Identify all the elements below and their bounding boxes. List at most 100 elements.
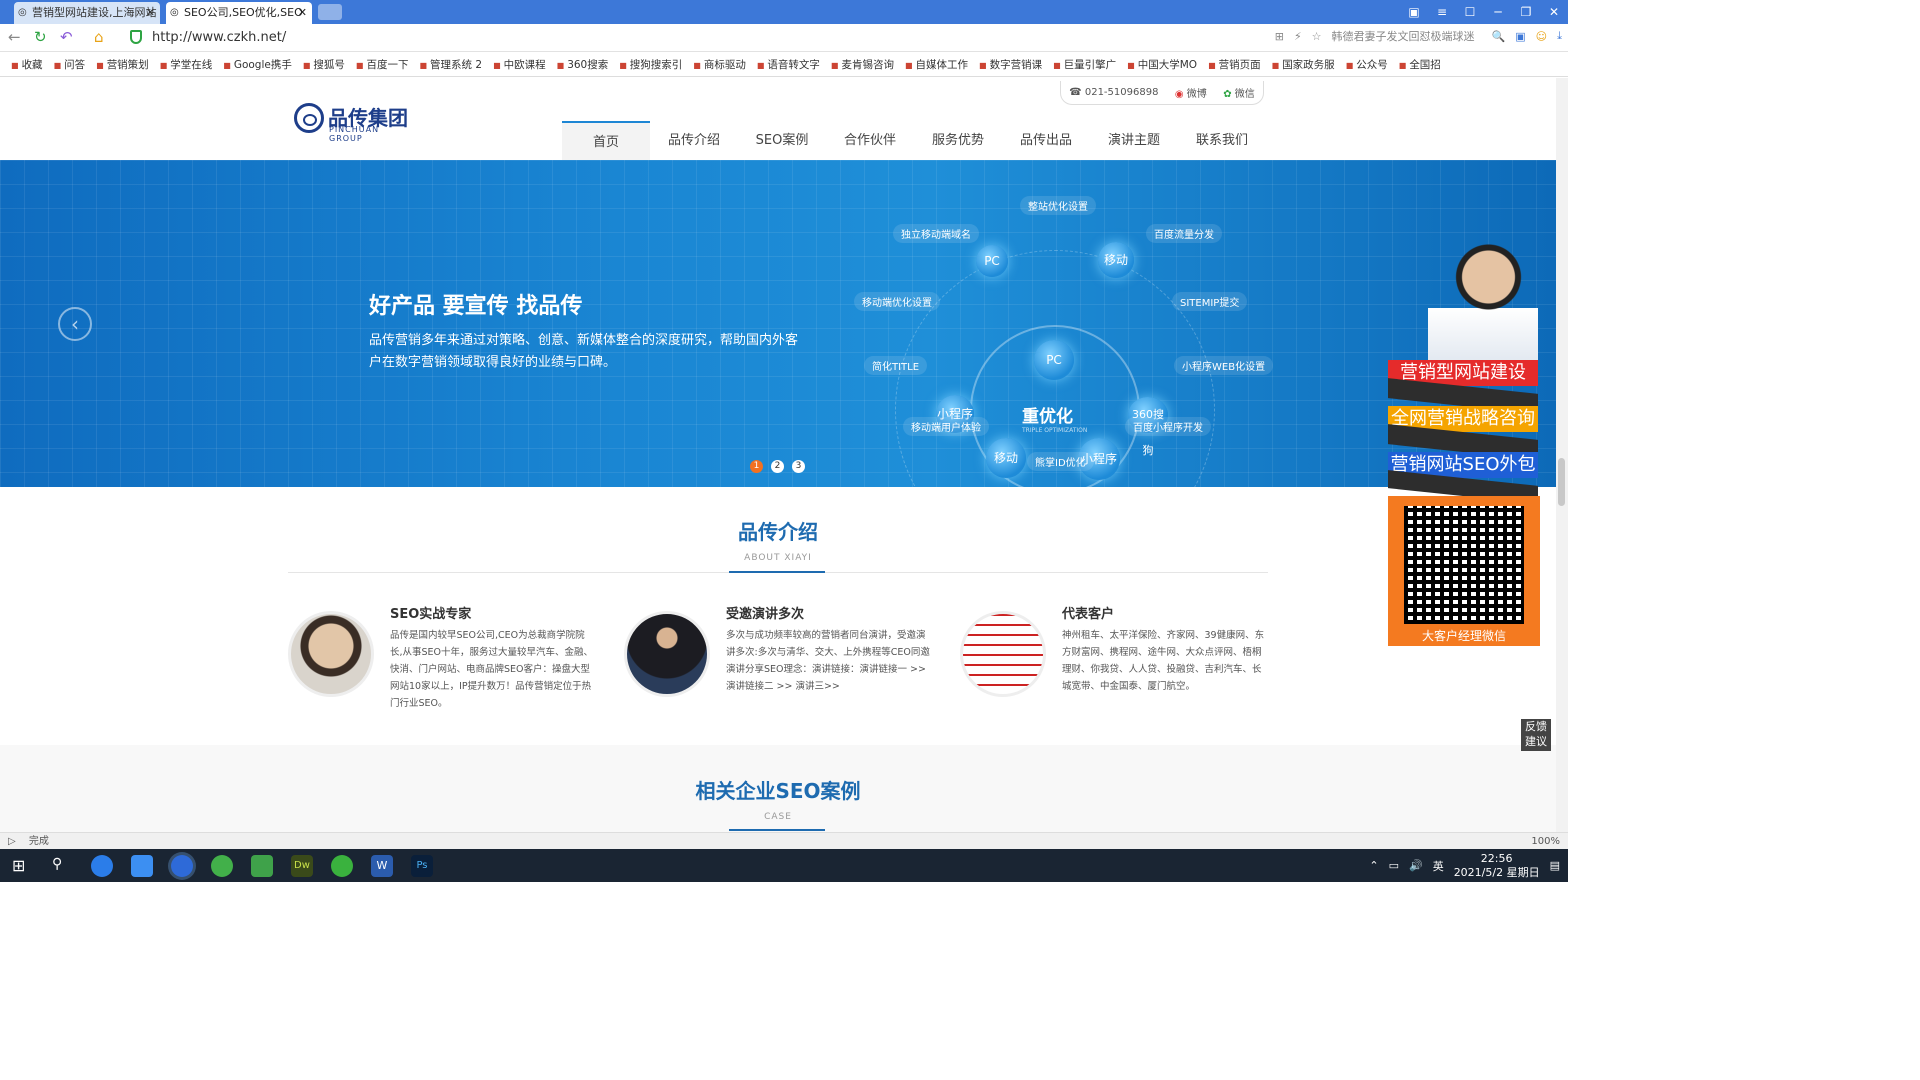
bookmark-item[interactable]: 百度一下 — [356, 57, 408, 72]
download-icon[interactable]: ⤓ — [1557, 29, 1562, 43]
browser-icon[interactable] — [171, 855, 193, 877]
bookmark-item[interactable]: 问答 — [54, 57, 85, 72]
card-title: SEO实战专家 — [390, 607, 472, 622]
search-icon[interactable]: 🔍 — [1492, 30, 1506, 43]
search-hint[interactable]: 韩德君妻子发文回怼极端球迷 — [1332, 28, 1482, 44]
lightning-icon[interactable]: ⚡ — [1294, 30, 1302, 43]
section-subtitle: CASE — [764, 812, 792, 822]
tab-list-icon[interactable]: ▣ — [1400, 0, 1428, 24]
tag: 简化TITLE — [864, 356, 928, 375]
bookmark-item[interactable]: 自媒体工作 — [905, 57, 969, 72]
bookmark-item[interactable]: 收藏 — [11, 57, 43, 72]
card-title: 代表客户 — [1062, 607, 1115, 622]
notification-icon[interactable]: ▤ — [1550, 859, 1560, 872]
weibo-label: 微博 — [1186, 89, 1207, 100]
bookmark-item[interactable]: Google携手 — [223, 57, 292, 72]
bookmark-item[interactable]: 360搜索 — [557, 57, 608, 72]
ime-label[interactable]: 英 — [1433, 858, 1444, 874]
menu-icon[interactable]: ≡ — [1428, 0, 1456, 24]
tag: 移动端优化设置 — [854, 292, 940, 311]
bookmark-item[interactable]: 数字营销课 — [979, 57, 1043, 72]
pagination-dot[interactable]: 3 — [792, 460, 805, 473]
scrollbar-thumb[interactable] — [1558, 458, 1565, 506]
back-icon[interactable]: ← — [8, 29, 21, 45]
address-bar: ← ↻ ↶ ⌂ http://www.czkh.net/ ⊞ ⚡ ☆ 韩德君妻子… — [0, 24, 1568, 52]
home-icon[interactable]: ⌂ — [94, 29, 104, 45]
nav-about[interactable]: 品传介绍 — [650, 121, 738, 161]
bookmark-item[interactable]: 商标驱动 — [693, 57, 746, 72]
windows-taskbar: ⊞ ⚲ Dw W Ps ⌃ ▭ 🔊 英 22:56 2021/5/2 星期日 ▤ — [0, 849, 1568, 882]
url-input[interactable]: http://www.czkh.net/ — [152, 30, 286, 45]
bookmark-item[interactable]: 语音转文字 — [757, 57, 820, 72]
close-window-button[interactable]: ✕ — [1540, 0, 1568, 24]
feishu-icon[interactable] — [131, 855, 153, 877]
close-icon[interactable]: ✕ — [146, 2, 155, 24]
page-scrollbar[interactable] — [1556, 78, 1568, 832]
play-icon[interactable]: ▷ — [8, 836, 16, 847]
sogou-browser-icon[interactable] — [91, 855, 113, 877]
apps-icon[interactable]: ⊞ — [1275, 30, 1284, 43]
banner-prev-button[interactable]: ‹ — [58, 307, 92, 341]
close-icon[interactable]: ✕ — [298, 2, 307, 24]
bookmark-item[interactable]: 营销策划 — [96, 57, 149, 72]
bookmark-item[interactable]: 搜狐号 — [303, 57, 345, 72]
feedback-button[interactable]: 反馈建议 — [1521, 719, 1551, 751]
collect-icon[interactable]: ▣ — [1515, 30, 1525, 43]
site-logo[interactable]: 品传集团 PINCHUAN GROUP — [294, 103, 408, 143]
pagination-dot[interactable]: 1 — [750, 460, 763, 473]
refresh-icon[interactable]: ↻ — [34, 29, 47, 45]
bookmark-item[interactable]: 营销页面 — [1208, 57, 1261, 72]
pagination-dot[interactable]: 2 — [771, 460, 784, 473]
qr-code-image — [1404, 506, 1524, 624]
wechat-link[interactable]: ✿ 微信 — [1223, 85, 1255, 100]
bookmark-item[interactable]: 巨量引擎广 — [1053, 57, 1117, 72]
nav-contact[interactable]: 联系我们 — [1178, 121, 1266, 161]
tab-1[interactable]: ◎ 营销型网站建设,上海网站 ✕ — [14, 2, 160, 24]
windows-start-icon[interactable]: ⊞ — [12, 856, 25, 875]
photoshop-icon[interactable]: Ps — [411, 855, 433, 877]
tab-2[interactable]: ◎ SEO公司,SEO优化,SEO ✕ — [166, 2, 312, 24]
new-tab-button[interactable] — [318, 4, 342, 20]
network-icon[interactable]: ▭ — [1389, 859, 1399, 872]
card-text: 品传是国内较早SEO公司,CEO为总裁商学院院长,从事SEO十年，服务过大量较早… — [390, 630, 594, 709]
bookmark-item[interactable]: 中欧课程 — [493, 57, 546, 72]
app-icon[interactable] — [251, 855, 273, 877]
divider-accent — [729, 571, 825, 573]
360-icon[interactable] — [211, 855, 233, 877]
phone-link[interactable]: ☎ 021-51096898 — [1069, 87, 1158, 98]
wechat-icon[interactable] — [331, 855, 353, 877]
nav-speech[interactable]: 演讲主题 — [1090, 121, 1178, 161]
bookmark-item[interactable]: 全国招 — [1399, 57, 1441, 72]
nav-seo-cases[interactable]: SEO案例 — [738, 121, 826, 161]
main-nav: 首页 品传介绍 SEO案例 合作伙伴 服务优势 品传出品 演讲主题 联系我们 — [562, 121, 1266, 161]
nav-home[interactable]: 首页 — [562, 121, 650, 161]
maximize-button[interactable]: ❐ — [1512, 0, 1540, 24]
bookmark-item[interactable]: 管理系统 2 — [419, 57, 482, 72]
wechat-qr-panel: 大客户经理微信 — [1388, 496, 1540, 646]
emoji-icon[interactable]: ☺ — [1536, 30, 1547, 43]
clock[interactable]: 22:56 2021/5/2 星期日 — [1454, 852, 1540, 880]
nav-products[interactable]: 品传出品 — [1002, 121, 1090, 161]
nav-advantages[interactable]: 服务优势 — [914, 121, 1002, 161]
minimize-button[interactable]: ─ — [1484, 0, 1512, 24]
nav-partners[interactable]: 合作伙伴 — [826, 121, 914, 161]
bookmark-item[interactable]: 中国大学MO — [1127, 57, 1197, 72]
bookmarks-bar: 收藏 问答 营销策划 学堂在线 Google携手 搜狐号 百度一下 管理系统 2… — [0, 53, 1568, 77]
volume-icon[interactable]: 🔊 — [1409, 859, 1423, 872]
weibo-link[interactable]: ◉ 微博 — [1175, 85, 1207, 100]
search-icon[interactable]: ⚲ — [52, 856, 62, 872]
bookmark-item[interactable]: 麦肯锡咨询 — [831, 57, 894, 72]
bookmark-item[interactable]: 搜狗搜索引 — [619, 57, 683, 72]
zoom-level[interactable]: 100% — [1531, 833, 1560, 850]
star-icon[interactable]: ☆ — [1312, 30, 1322, 43]
bookmark-item[interactable]: 公众号 — [1346, 57, 1388, 72]
undo-icon[interactable]: ↶ — [60, 29, 73, 45]
bookmark-item[interactable]: 学堂在线 — [160, 57, 212, 72]
word-icon[interactable]: W — [371, 855, 393, 877]
banner-description: 品传营销多年来通过对策略、创意、新媒体整合的深度研究，帮助国内外客户在数字营销领… — [369, 333, 799, 370]
skin-icon[interactable]: ☐ — [1456, 0, 1484, 24]
dreamweaver-icon[interactable]: Dw — [291, 855, 313, 877]
chevron-up-icon[interactable]: ⌃ — [1369, 859, 1378, 872]
card-title: 受邀演讲多次 — [726, 607, 805, 622]
bookmark-item[interactable]: 国家政务服 — [1272, 57, 1335, 72]
